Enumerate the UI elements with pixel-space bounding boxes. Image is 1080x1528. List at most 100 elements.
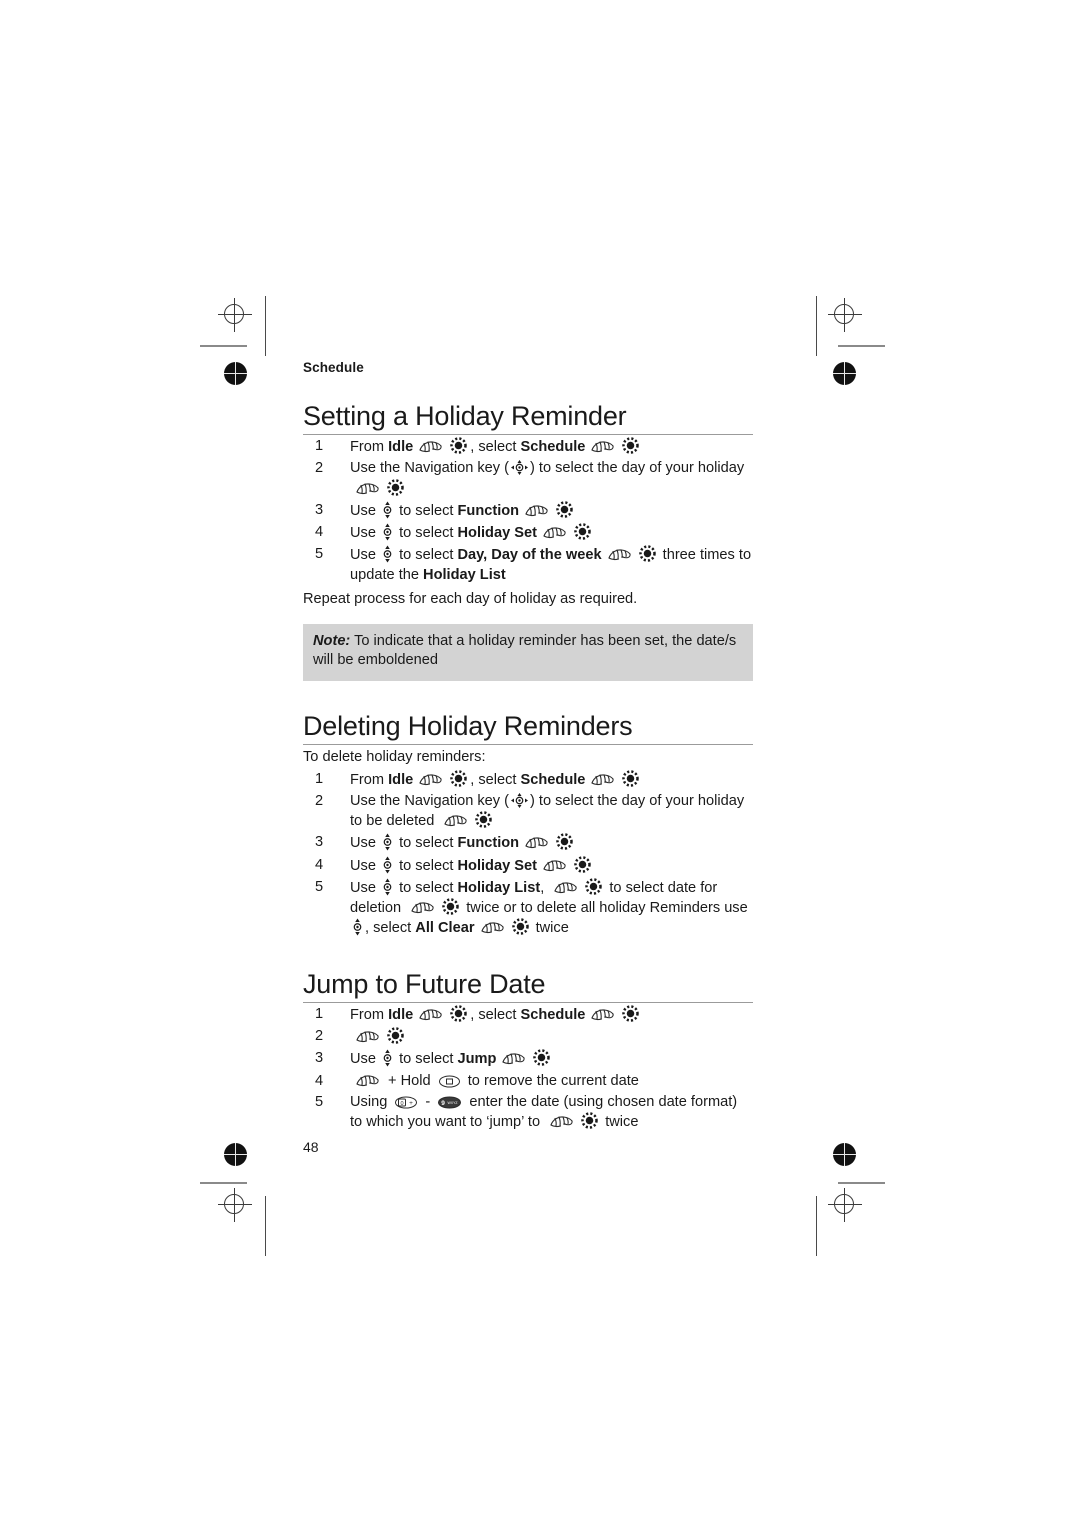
select-ok-key-icon — [581, 1112, 598, 1129]
press-hand-icon — [355, 481, 380, 496]
step-number: 1 — [315, 1005, 324, 1022]
emphasis-text: Day, Day of the week — [457, 547, 602, 564]
emphasis-text: Schedule — [520, 1006, 586, 1023]
page-number: 48 — [303, 1139, 319, 1155]
select-ok-key-icon — [574, 523, 591, 540]
step-text: to select — [395, 835, 458, 852]
registration-crosshair-top-right — [828, 298, 862, 332]
step-number: 5 — [315, 546, 324, 563]
press-hand-icon — [590, 439, 615, 454]
select-ok-key-icon — [556, 501, 573, 518]
step-item: 5 Using 0 + - 9 WXYZ enter the date (usin… — [303, 1093, 753, 1133]
up-down-key-icon — [382, 878, 393, 896]
registration-dot-top-right — [833, 362, 856, 385]
step-text: to select — [395, 502, 458, 519]
step-text: Use — [350, 547, 381, 564]
step-number: 5 — [315, 1093, 324, 1110]
trim-line-bottom-right — [816, 1196, 818, 1256]
step-body: From Idle , select Schedule — [350, 1005, 753, 1025]
select-ok-key-icon — [387, 478, 404, 496]
svg-text:0: 0 — [401, 1101, 404, 1107]
press-hand-icon — [542, 858, 567, 873]
step-item: 1 From Idle , select Schedule — [303, 437, 753, 457]
step-text: ) to select the day of your holiday — [530, 460, 745, 477]
step-text: Use — [350, 1051, 381, 1068]
step-text: , select — [365, 920, 416, 937]
step-number: 3 — [315, 834, 324, 851]
sections-container: Setting a Holiday Reminder 1 From Idle , s… — [303, 401, 753, 1132]
select-ok-key-icon — [442, 898, 459, 915]
step-body: Use to select Jump — [350, 1049, 753, 1069]
press-hand-icon — [418, 439, 443, 454]
step-text: Using — [350, 1093, 392, 1110]
press-hand-icon — [501, 1051, 526, 1066]
press-hand-icon — [410, 900, 435, 915]
step-text: to select — [395, 525, 458, 542]
step-item: 2 Use the Navigation key ( ) to select th… — [303, 792, 753, 832]
registration-crosshair-bottom-right — [828, 1188, 862, 1222]
step-text: Use — [350, 502, 381, 519]
emphasis-text: Holiday List — [457, 879, 541, 896]
step-text: - — [421, 1093, 435, 1110]
step-list: 1 From Idle , select Schedule — [303, 437, 753, 585]
press-hand-icon — [418, 1007, 443, 1022]
up-down-key-icon — [382, 523, 393, 541]
section-title: Jump to Future Date — [303, 969, 753, 1003]
emphasis-text: Idle — [388, 771, 414, 788]
step-text: Use — [350, 857, 381, 874]
section-closing-text: Repeat process for each day of holiday a… — [303, 590, 638, 607]
note-callout: Note: To indicate that a holiday reminde… — [303, 623, 753, 681]
emphasis-text: Jump — [457, 1051, 497, 1068]
step-body: Use the Navigation key ( ) to select the… — [350, 459, 753, 499]
press-hand-icon — [355, 1073, 380, 1088]
registration-crosshair-bottom-left — [218, 1188, 252, 1222]
step-text: , select — [470, 439, 521, 456]
step-body: Using 0 + - 9 WXYZ enter the date (using… — [350, 1093, 753, 1133]
step-body: Use to select Holiday Set — [350, 523, 753, 543]
step-text: From — [350, 1006, 389, 1023]
step-text: twice or to delete all holiday Reminders… — [462, 900, 748, 917]
step-text: twice — [531, 920, 569, 937]
step-item: 1 From Idle , select Schedule — [303, 769, 753, 790]
step-text: Use — [350, 879, 381, 896]
step-text: , select — [470, 771, 521, 788]
select-ok-key-icon — [511, 918, 529, 936]
up-down-key-icon — [382, 856, 393, 874]
emphasis-text: Schedule — [520, 439, 586, 456]
step-text: to select — [395, 857, 458, 874]
step-text: , — [540, 879, 549, 896]
step-number: 2 — [315, 792, 324, 809]
step-body: Use to select Day, Day of the week three — [350, 545, 753, 585]
emphasis-text: Function — [457, 835, 520, 852]
select-ok-key-icon — [585, 878, 603, 895]
press-hand-icon — [480, 920, 505, 935]
step-text: Use — [350, 525, 381, 542]
step-item: 2 — [303, 1027, 753, 1047]
step-text: Use the Navigation key ( — [350, 460, 509, 477]
note-text: To indicate that a holiday reminder has … — [313, 632, 737, 669]
step-number: 1 — [315, 438, 324, 455]
step-text: From — [350, 439, 389, 456]
trim-line-left-top — [200, 345, 247, 347]
emphasis-text: All Clear — [415, 920, 475, 937]
registration-dot-bottom-right — [833, 1143, 856, 1166]
step-body: Use to select Function — [350, 501, 753, 521]
section-title: Setting a Holiday Reminder — [303, 401, 753, 436]
emphasis-text: Holiday List — [423, 566, 506, 583]
trim-line-right-bottom — [838, 1182, 885, 1184]
select-ok-key-icon — [622, 437, 640, 454]
press-hand-icon — [542, 525, 567, 540]
step-text: twice — [601, 1114, 639, 1131]
up-down-key-icon — [352, 918, 363, 936]
step-text: to select — [395, 879, 458, 896]
step-list: 1 From Idle , select Schedule — [303, 769, 753, 939]
emphasis-text: Holiday Set — [457, 857, 537, 874]
step-item: 5 Use to select Holiday List, to select d — [303, 878, 753, 939]
running-head: Schedule — [303, 360, 364, 375]
select-ok-key-icon — [638, 545, 656, 563]
trim-line-right-top — [838, 345, 885, 347]
step-item: 4 Use to select Holiday Set — [303, 855, 753, 876]
emphasis-text: Idle — [388, 1006, 414, 1023]
trim-line-bottom-left — [265, 1196, 267, 1256]
